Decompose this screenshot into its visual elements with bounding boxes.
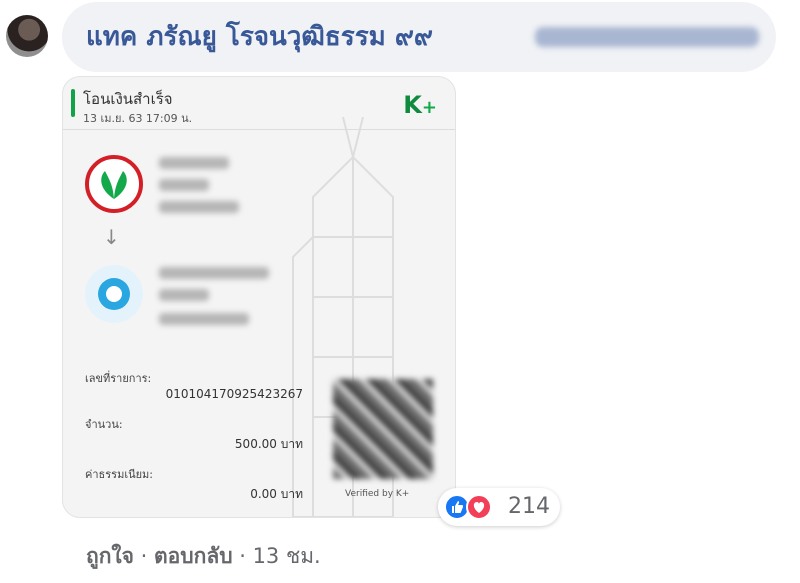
like-link[interactable]: ถูกใจ [86, 544, 134, 568]
reference-value: 010104170925423267 [165, 387, 303, 401]
slip-title: โอนเงินสำเร็จ [83, 90, 173, 108]
reaction-summary[interactable]: 214 [438, 488, 560, 526]
reference-label: เลขที่รายการ: [85, 372, 152, 385]
action-separator: · [232, 544, 253, 568]
comment-actions: ถูกใจ · ตอบกลับ · 13 ชม. [86, 540, 321, 573]
transfer-slip-image[interactable]: โอนเงินสำเร็จ 13 เม.ย. 63 17:09 น. K+ ↓ … [62, 76, 456, 518]
qr-code-blurred [333, 379, 433, 479]
receiver-account-blurred [159, 313, 249, 325]
verified-by-kplus: Verified by K+ [345, 489, 410, 499]
amount-label: จำนวน: [85, 418, 123, 431]
action-separator: · [134, 544, 155, 568]
love-reaction-icon [466, 494, 492, 520]
fee-value: 0.00 บาท [250, 487, 303, 501]
slip-divider [63, 129, 455, 130]
amount-value: 500.00 บาท [234, 437, 303, 451]
commenter-avatar[interactable] [6, 15, 48, 57]
receiver-bank-blurred [159, 289, 209, 301]
kbank-logo-icon [85, 155, 143, 213]
reaction-count: 214 [508, 494, 550, 519]
fee-label: ค่าธรรมเนียม: [85, 468, 153, 481]
comment-author-name[interactable]: แทค ภรัณยู โรจนวุฒิธรรม ๙๙ [86, 16, 433, 57]
sender-name-blurred [159, 157, 229, 169]
arrow-down-icon: ↓ [103, 225, 120, 249]
kplus-logo: K+ [403, 91, 437, 119]
receiver-name-blurred [159, 267, 269, 279]
blurred-name-suffix [535, 27, 759, 47]
slip-title-accent [71, 89, 75, 117]
comment-timestamp[interactable]: 13 ชม. [253, 544, 321, 568]
sender-account-blurred [159, 201, 239, 213]
sender-bank-blurred [159, 179, 209, 191]
krungthai-logo-icon [85, 265, 143, 323]
slip-datetime: 13 เม.ย. 63 17:09 น. [83, 112, 193, 125]
reply-link[interactable]: ตอบกลับ [154, 544, 233, 568]
